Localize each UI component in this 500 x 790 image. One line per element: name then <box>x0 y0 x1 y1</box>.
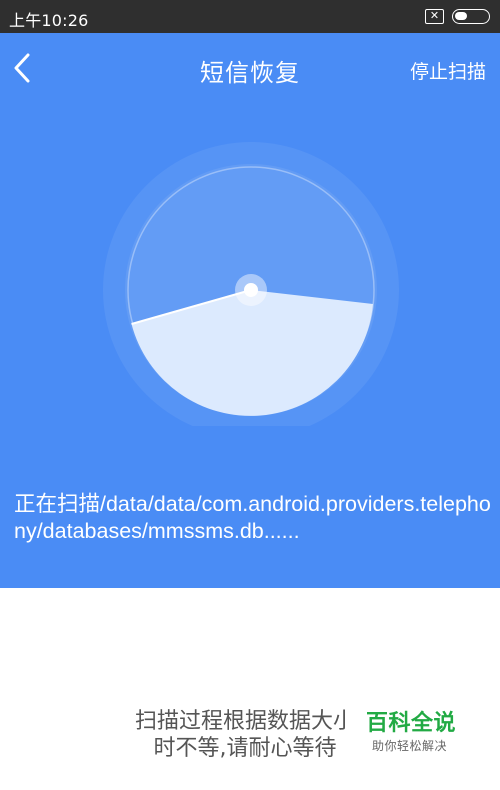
status-time: 上午10:26 <box>9 11 89 30</box>
status-bar: 上午10:26 ✕ <box>0 0 500 33</box>
battery-icon <box>452 9 490 24</box>
sim-card-slashed-icon: ✕ <box>425 9 444 24</box>
bottom-area: 扫描过程根据数据大小 时不等,请耐心等待 百科全说 助你轻松解决 <box>0 588 500 790</box>
stop-scan-button[interactable]: 停止扫描 <box>410 57 486 84</box>
radar-center-dot <box>244 283 258 297</box>
scan-hint-line-2: 时不等,请耐心等待 <box>153 736 337 761</box>
scan-status-text: 正在扫描/data/data/com.android.providers.tel… <box>14 492 491 543</box>
radar-scanner <box>103 142 399 426</box>
watermark-brand: 百科全说 <box>366 711 457 736</box>
scan-panel: 短信恢复 停止扫描 正在扫描/data/data/com.android.pro… <box>0 33 500 588</box>
scan-hint-line-1: 扫描过程根据数据大小 <box>134 709 355 734</box>
watermark-tagline: 助你轻松解决 <box>372 739 448 753</box>
watermark-logo: 百科全说 助你轻松解决 <box>348 691 468 762</box>
scan-hint-text: 扫描过程根据数据大小 时不等,请耐心等待 <box>110 708 380 762</box>
